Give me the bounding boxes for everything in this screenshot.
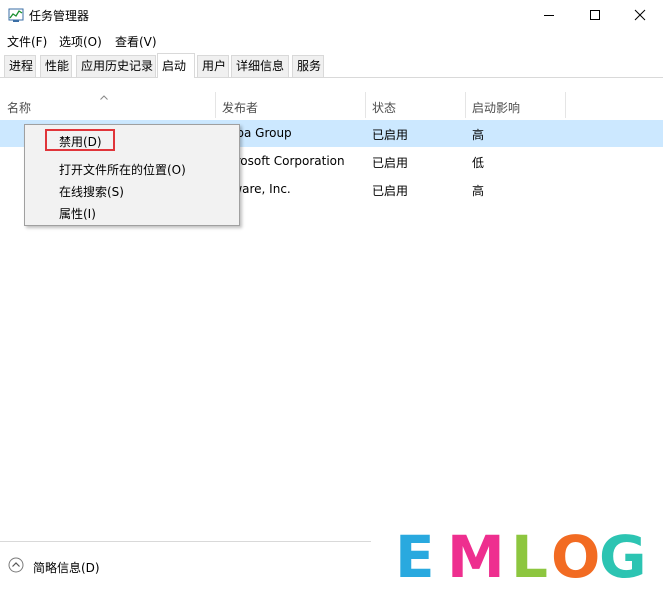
context-menu-properties[interactable]: 属性(I) — [59, 205, 96, 222]
column-separator[interactable] — [565, 92, 566, 118]
minimize-button[interactable] — [526, 0, 572, 30]
tab-strip: 进程 性能 应用历史记录 启动 用户 详细信息 服务 — [0, 52, 663, 78]
watermark-letter: O — [551, 523, 601, 591]
publisher-cell: crosoft Corporation — [229, 154, 345, 168]
impact-cell: 高 — [472, 184, 485, 198]
fewer-details-link[interactable]: 简略信息(D) — [33, 559, 100, 576]
maximize-button[interactable] — [572, 0, 618, 30]
task-manager-app-icon — [8, 7, 24, 23]
column-status[interactable]: 状态 — [372, 99, 396, 116]
column-startup-impact[interactable]: 启动影响 — [472, 99, 520, 116]
impact-cell: 高 — [472, 128, 485, 142]
column-separator[interactable] — [465, 92, 466, 118]
menu-view[interactable]: 查看(V) — [115, 33, 157, 50]
context-menu-disable[interactable]: 禁用(D) — [59, 133, 102, 150]
context-menu-open-file-location[interactable]: 打开文件所在的位置(O) — [59, 161, 186, 178]
status-cell: 已启用 — [372, 184, 409, 198]
tab-performance[interactable]: 性能 — [40, 55, 72, 77]
watermark-letter: M — [447, 523, 505, 591]
menu-options[interactable]: 选项(O) — [59, 33, 102, 50]
chevron-up-circle-icon[interactable] — [8, 557, 24, 573]
tab-divider — [0, 77, 663, 78]
column-publisher[interactable]: 发布者 — [222, 99, 258, 116]
watermark-letter: G — [599, 523, 647, 591]
context-menu: 禁用(D) 打开文件所在的位置(O) 在线搜索(S) 属性(I) — [24, 124, 240, 226]
close-icon — [634, 9, 646, 21]
menu-bar: 文件(F) 选项(O) 查看(V) — [0, 30, 663, 52]
column-separator[interactable] — [365, 92, 366, 118]
tab-app-history[interactable]: 应用历史记录 — [76, 55, 156, 77]
sort-ascending-icon — [100, 89, 108, 103]
context-menu-search-online[interactable]: 在线搜索(S) — [59, 183, 124, 200]
impact-cell: 低 — [472, 156, 485, 170]
status-cell: 已启用 — [372, 128, 409, 142]
status-cell: 已启用 — [372, 156, 409, 170]
tab-details[interactable]: 详细信息 — [231, 55, 289, 77]
maximize-icon — [590, 10, 600, 20]
watermark-letter: E — [395, 523, 435, 591]
minimize-icon — [544, 15, 554, 16]
tab-services[interactable]: 服务 — [292, 55, 324, 77]
column-header: 名称 发布者 状态 启动影响 — [0, 92, 663, 118]
watermark-letter: L — [511, 523, 548, 591]
close-button[interactable] — [617, 0, 663, 30]
tab-processes[interactable]: 进程 — [4, 55, 36, 77]
title-bar: 任务管理器 — [0, 0, 663, 30]
menu-file[interactable]: 文件(F) — [7, 33, 47, 50]
column-separator[interactable] — [215, 92, 216, 118]
tab-startup[interactable]: 启动 — [157, 53, 195, 78]
column-name[interactable]: 名称 — [7, 99, 31, 116]
window-title: 任务管理器 — [29, 9, 90, 23]
tab-users[interactable]: 用户 — [197, 55, 229, 77]
emlog-watermark-logo: E M L O G — [371, 523, 663, 591]
